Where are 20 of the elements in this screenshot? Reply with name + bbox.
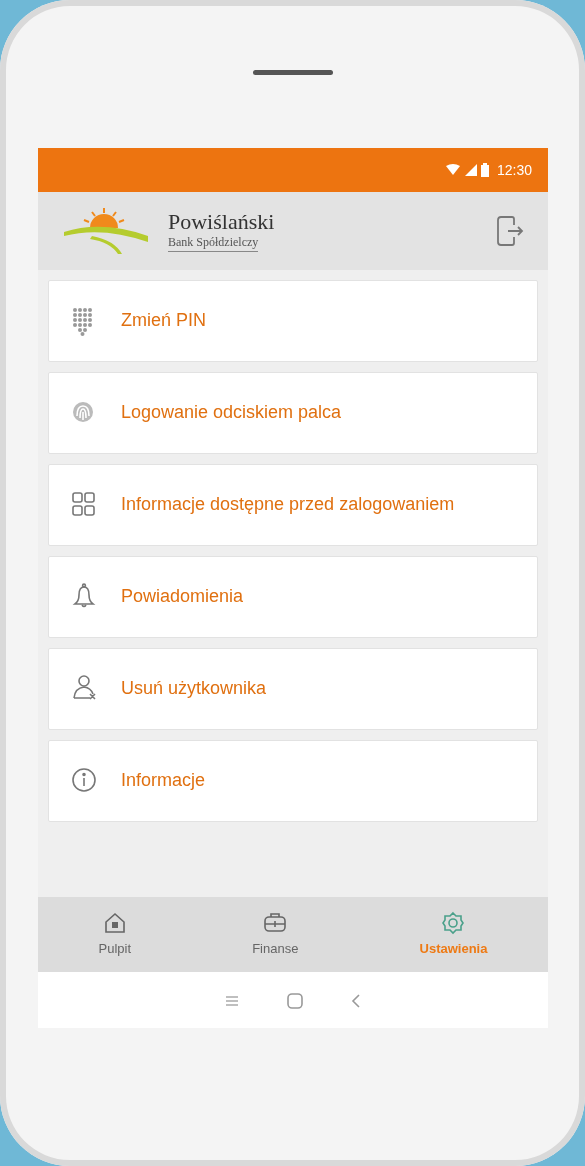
menu-item[interactable]: Powiadomienia [48, 556, 538, 638]
logout-button[interactable] [496, 215, 524, 247]
bank-name: Powiślański [168, 210, 275, 233]
briefcase-icon [263, 910, 288, 935]
bank-subtitle: Bank Spółdzielczy [168, 232, 259, 252]
tab[interactable]: Pulpit [92, 909, 138, 960]
menu-item[interactable]: Logowanie odciskiem palca [48, 372, 538, 454]
signal-icon [464, 164, 477, 176]
home-icon [102, 910, 127, 935]
menu-item[interactable]: Usuń użytkownika [48, 648, 538, 730]
wifi-icon [444, 164, 461, 176]
status-time: 12:30 [496, 160, 532, 180]
tab[interactable]: Ustawienia [413, 909, 494, 960]
menu-item[interactable]: Informacje dostępne przed zalogowaniem [48, 464, 538, 546]
menu-item[interactable]: Informacje [48, 740, 538, 822]
tab[interactable]: Finanse [246, 909, 305, 960]
menu-item[interactable]: Zmień PIN [48, 280, 538, 362]
settings-icon [441, 910, 466, 935]
speaker-icon [252, 70, 333, 75]
battery-icon [480, 163, 489, 177]
